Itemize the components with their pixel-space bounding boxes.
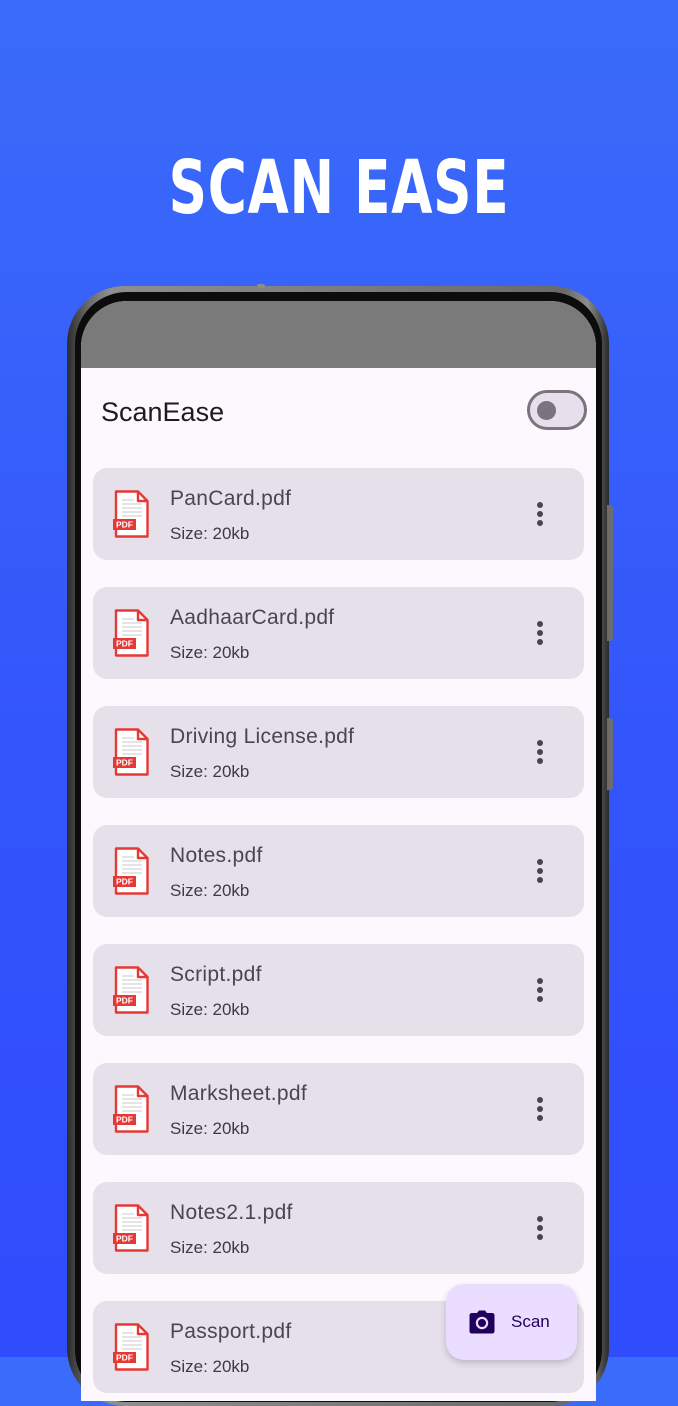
- theme-toggle-switch[interactable]: [527, 390, 587, 430]
- more-options-icon[interactable]: [525, 1212, 555, 1244]
- file-size: Size: 20kb: [170, 1119, 250, 1138]
- file-name: Marksheet.pdf: [170, 1082, 307, 1105]
- pdf-file-icon: PDF: [113, 1204, 149, 1252]
- dot: [537, 1097, 543, 1103]
- more-options-icon[interactable]: [525, 498, 555, 530]
- more-options-icon[interactable]: [525, 974, 555, 1006]
- dot: [537, 520, 543, 526]
- app-title: ScanEase: [101, 397, 225, 427]
- dot: [537, 1106, 543, 1112]
- dot: [537, 1234, 543, 1240]
- dot: [537, 978, 543, 984]
- phone-top-accent: [257, 284, 265, 288]
- file-name: PanCard.pdf: [170, 487, 292, 510]
- status-bar: [81, 301, 596, 368]
- app-screen: ScanEase PDF PanCard.pdf Size: 20kb PDF …: [81, 301, 596, 1401]
- camera-icon: [469, 1310, 495, 1334]
- dot: [537, 621, 543, 627]
- dot: [537, 740, 543, 746]
- file-size: Size: 20kb: [170, 881, 250, 900]
- pdf-badge: PDF: [116, 758, 133, 768]
- pdf-badge: PDF: [116, 996, 133, 1006]
- file-size: Size: 20kb: [170, 643, 250, 662]
- dot: [537, 996, 543, 1002]
- file-size: Size: 20kb: [170, 524, 250, 543]
- pdf-file-icon: PDF: [113, 847, 149, 895]
- scan-button-label: Scan: [511, 1312, 550, 1331]
- pdf-badge: PDF: [116, 1353, 133, 1363]
- pdf-file-icon: PDF: [113, 1323, 149, 1371]
- dot: [537, 1115, 543, 1121]
- dot: [537, 868, 543, 874]
- file-name: AadhaarCard.pdf: [170, 606, 335, 629]
- file-name: Notes.pdf: [170, 844, 263, 867]
- file-list-item[interactable]: PDF Script.pdf Size: 20kb: [93, 944, 584, 1036]
- dot: [537, 511, 543, 517]
- dot: [537, 877, 543, 883]
- file-name: Driving License.pdf: [170, 725, 355, 748]
- file-list-item[interactable]: PDF PanCard.pdf Size: 20kb: [93, 468, 584, 560]
- dot: [537, 859, 543, 865]
- pdf-file-icon: PDF: [113, 966, 149, 1014]
- file-list-item[interactable]: PDF AadhaarCard.pdf Size: 20kb: [93, 587, 584, 679]
- file-list-item[interactable]: PDF Notes.pdf Size: 20kb: [93, 825, 584, 917]
- file-size: Size: 20kb: [170, 1357, 250, 1376]
- pdf-badge: PDF: [116, 639, 133, 649]
- file-list: PDF PanCard.pdf Size: 20kb PDF AadhaarCa…: [93, 468, 584, 1401]
- file-size: Size: 20kb: [170, 762, 250, 781]
- promo-title: SCAN EASE: [168, 145, 510, 231]
- dot: [537, 987, 543, 993]
- file-list-item[interactable]: PDF Driving License.pdf Size: 20kb: [93, 706, 584, 798]
- dot: [537, 502, 543, 508]
- scan-button[interactable]: Scan: [446, 1284, 577, 1360]
- pdf-badge: PDF: [116, 520, 133, 530]
- file-name: Notes2.1.pdf: [170, 1201, 293, 1224]
- file-list-item[interactable]: PDF Marksheet.pdf Size: 20kb: [93, 1063, 584, 1155]
- pdf-badge: PDF: [116, 1234, 133, 1244]
- file-name: Passport.pdf: [170, 1320, 292, 1343]
- file-name: Script.pdf: [170, 963, 262, 986]
- dot: [537, 1225, 543, 1231]
- dot: [537, 758, 543, 764]
- dot: [537, 749, 543, 755]
- dot: [537, 639, 543, 645]
- dot: [537, 1216, 543, 1222]
- phone-volume-button: [607, 505, 613, 641]
- more-options-icon[interactable]: [525, 736, 555, 768]
- file-list-item[interactable]: PDF Notes2.1.pdf Size: 20kb: [93, 1182, 584, 1274]
- phone-power-button: [607, 718, 613, 790]
- pdf-file-icon: PDF: [113, 728, 149, 776]
- dot: [537, 630, 543, 636]
- file-size: Size: 20kb: [170, 1238, 250, 1257]
- more-options-icon[interactable]: [525, 855, 555, 887]
- more-options-icon[interactable]: [525, 1093, 555, 1125]
- more-options-icon[interactable]: [525, 617, 555, 649]
- pdf-badge: PDF: [116, 877, 133, 887]
- pdf-badge: PDF: [116, 1115, 133, 1125]
- toggle-knob: [537, 401, 556, 420]
- pdf-file-icon: PDF: [113, 490, 149, 538]
- pdf-file-icon: PDF: [113, 1085, 149, 1133]
- pdf-file-icon: PDF: [113, 609, 149, 657]
- file-size: Size: 20kb: [170, 1000, 250, 1019]
